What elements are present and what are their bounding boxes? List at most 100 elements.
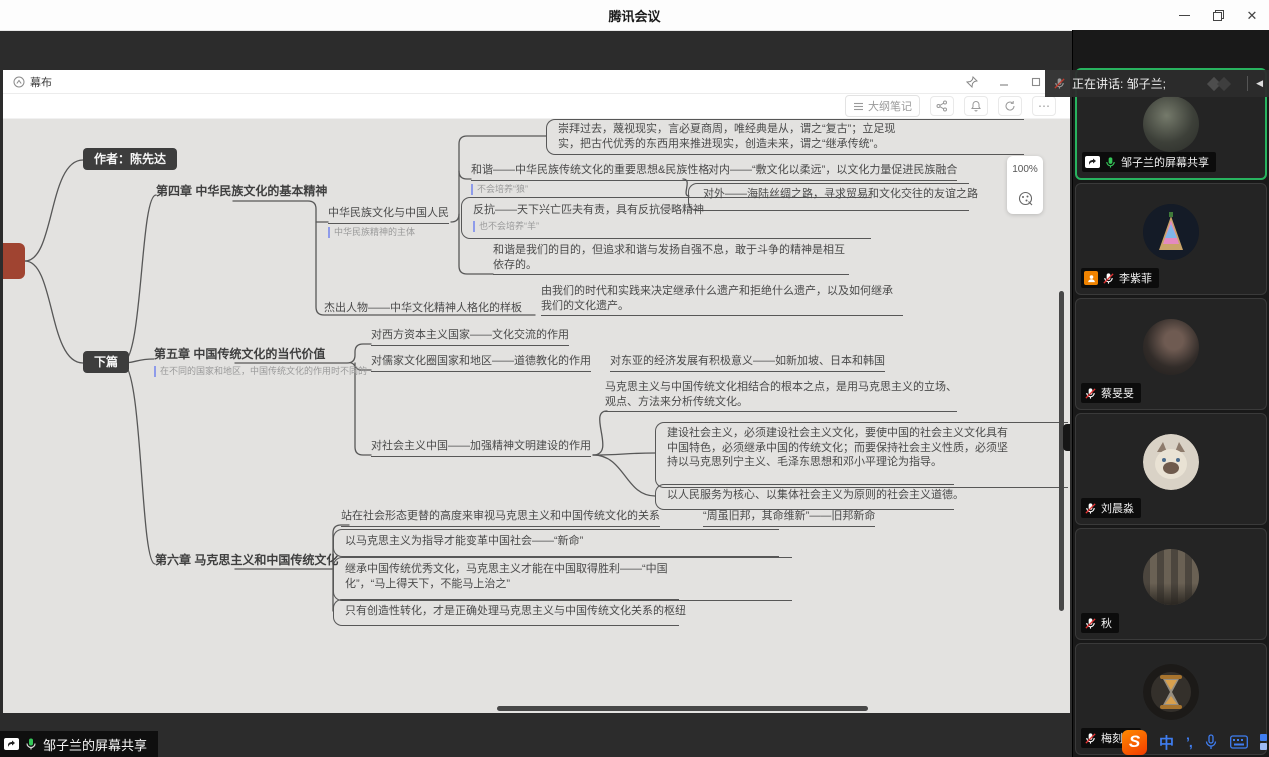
node-people[interactable]: 中华民族文化与中国人民 中华民族精神的主体 <box>328 206 449 238</box>
participant-tile[interactable]: 李紫菲 <box>1075 183 1267 295</box>
minimize-button[interactable] <box>1177 8 1191 22</box>
node-hexie[interactable]: 和谐——中华民族传统文化的重要思想&民族性格 不会培养“狼” <box>471 163 709 195</box>
mubu-toolbar: 大纲笔记 ⋯ <box>3 94 1070 119</box>
avatar <box>1143 204 1199 260</box>
os-titlebar: 腾讯会议 ✕ <box>0 0 1269 31</box>
share-banner-label: 邹子兰的屏幕共享 <box>43 735 147 754</box>
os-window-title: 腾讯会议 <box>608 6 660 25</box>
share-nodes-icon <box>936 100 948 112</box>
node-shehui[interactable]: 对社会主义中国——加强精神文明建设的作用 <box>371 439 591 457</box>
mindmap-canvas[interactable]: 作者：陈先达 下篇 第四章 中华民族文化的基本精神 中华民族文化与中国人民 中华… <box>3 119 1070 713</box>
notifications-button[interactable] <box>964 96 988 116</box>
node-hexie-note: 不会培养“狼” <box>471 184 709 195</box>
vertical-scrollbar[interactable] <box>1059 291 1064 611</box>
mic-on-icon <box>24 737 38 751</box>
participant-name-tag: 李紫菲 <box>1081 268 1159 288</box>
node-chapter6[interactable]: 第六章 马克思主义和中国传统文化 <box>155 553 338 569</box>
participant-tile[interactable]: 秋 <box>1075 528 1267 640</box>
overlay-divider <box>1247 76 1248 91</box>
root-node-stub[interactable] <box>3 243 25 279</box>
street-avatar-image <box>1143 583 1199 605</box>
tree-avatar-image <box>1143 204 1199 260</box>
zoom-level-label: 100% <box>1012 164 1038 175</box>
speaking-label: 正在讲话: 邹子兰; <box>1072 75 1166 92</box>
node-xinming[interactable]: 以马克思主义为指导才能变革中国社会——“新命” <box>345 534 583 549</box>
mic-muted-icon <box>1053 77 1066 90</box>
node-chapter5[interactable]: 第五章 中国传统文化的当代价值 在不同的国家和地区，中国传统文化的作用时不同的 <box>154 347 367 377</box>
node-jianshe[interactable]: 建设社会主义，必须建设社会主义文化，要使中国的社会主义文化具有中国特色，必须继承… <box>667 426 1015 470</box>
mubu-window-controls <box>966 70 1042 93</box>
node-zhou[interactable]: “周虽旧邦，其命维新”——旧邦新命 <box>703 509 875 527</box>
avatar <box>1143 96 1199 152</box>
node-author[interactable]: 作者：陈先达 <box>83 148 177 170</box>
mic-on-icon <box>1104 156 1117 169</box>
node-zhongguohua[interactable]: 继承中国传统优秀文化，马克思主义才能在中国取得胜利——“中国化”，“马上得天下，… <box>345 562 701 591</box>
mic-muted-icon <box>1084 387 1097 400</box>
participant-name: 邹子兰的屏幕共享 <box>1121 154 1209 170</box>
ime-keyboard-icon[interactable] <box>1230 735 1248 749</box>
screen-share-icon <box>1085 156 1100 168</box>
node-fankang[interactable]: 反抗——天下兴亡匹夫有责，具有反抗侵略精神 也不会培养“羊” <box>473 203 704 232</box>
avatar <box>1143 434 1199 490</box>
os-window-controls: ✕ <box>1177 0 1259 30</box>
node-fugu[interactable]: 崇拜过去，蔑视现实，言必夏商周，唯经典是从，谓之“复古”；立足现实，把古代优秀的… <box>558 122 914 151</box>
horizontal-scrollbar[interactable] <box>497 706 868 711</box>
node-xifang[interactable]: 对西方资本主义国家——文化交流的作用 <box>371 328 569 346</box>
participant-tile[interactable]: 刘晨淼 <box>1075 413 1267 525</box>
restore-button[interactable] <box>1211 8 1225 22</box>
node-duinei[interactable]: 对内——“敷文化以柔远”，以文化力量促进民族融合 <box>708 163 957 181</box>
participant-name: 刘晨淼 <box>1101 500 1134 516</box>
mubu-logo-icon <box>13 76 25 88</box>
node-duiwai[interactable]: 对外——海陆丝绸之路，寻求贸易和文化交往的友谊之路 <box>703 187 978 202</box>
node-fankang-note: 也不会培养“羊” <box>473 221 704 232</box>
collapse-sidebar-arrow-icon[interactable]: ◀ <box>1254 78 1265 89</box>
restore-icon <box>1213 10 1223 20</box>
mubu-tab-label: 幕布 <box>30 74 52 90</box>
sidebar-collapse-handle[interactable] <box>1063 424 1070 451</box>
theme-palette-icon[interactable] <box>1018 191 1033 206</box>
node-chapter4[interactable]: 第四章 中华民族文化的基本精神 <box>156 184 327 200</box>
node-rujia[interactable]: 对儒家文化圈国家和地区——道德教化的作用 <box>371 354 591 372</box>
participant-name-tag: 刘晨淼 <box>1081 498 1141 518</box>
avatar <box>1143 549 1199 605</box>
close-button[interactable]: ✕ <box>1245 8 1259 22</box>
sogou-ime-icon[interactable]: S <box>1122 730 1147 755</box>
outline-notes-label: 大纲笔记 <box>868 98 912 114</box>
participant-name-tag: 邹子兰的屏幕共享 <box>1082 152 1216 172</box>
active-speaker-overlay: 正在讲话: 邹子兰; ◀ <box>1045 70 1269 97</box>
ime-voice-icon[interactable] <box>1204 734 1218 750</box>
refresh-icon <box>1004 100 1016 112</box>
zoom-panel: 100% <box>1007 156 1043 214</box>
ime-language-toggle[interactable]: 中 <box>1159 732 1174 753</box>
outline-notes-button[interactable]: 大纲笔记 <box>845 95 920 117</box>
more-button[interactable]: ⋯ <box>1032 96 1056 116</box>
mubu-tab[interactable]: 幕布 <box>3 70 62 93</box>
pin-icon[interactable] <box>966 76 978 88</box>
participant-name-tag: 秋 <box>1081 613 1119 633</box>
node-people-note: 中华民族精神的主体 <box>328 227 449 238</box>
node-hexie2[interactable]: 和谐是我们的目的，但追求和谐与发扬自强不息，敢于斗争的精神是相互依存的。 <box>493 243 849 275</box>
sync-button[interactable] <box>998 96 1022 116</box>
node-daode[interactable]: 以人民服务为核心、以集体社会主义为原则的社会主义道德。 <box>667 488 964 503</box>
ime-punctuation-toggle[interactable]: ’, <box>1186 734 1192 750</box>
node-dongya[interactable]: 对东亚的经济发展有积极意义——如新加坡、日本和韩国 <box>610 354 885 372</box>
node-part-lower[interactable]: 下篇 <box>83 351 129 373</box>
host-icon <box>1084 271 1098 285</box>
window-minimize-icon[interactable] <box>998 76 1010 88</box>
ime-toolbox-icon[interactable] <box>1260 734 1269 750</box>
bell-icon <box>970 100 982 112</box>
node-jiechu[interactable]: 杰出人物——中华文化精神人格化的样板 <box>324 301 522 316</box>
ime-tray: S 中 ’, <box>1122 729 1269 755</box>
participant-name: 蔡旻旻 <box>1101 385 1134 401</box>
participant-tile[interactable]: 蔡旻旻 <box>1075 298 1267 410</box>
mic-muted-icon <box>1102 272 1115 285</box>
window-maximize-icon[interactable] <box>1030 76 1042 88</box>
node-yichan[interactable]: 由我们的时代和实践来决定继承什么遗产和拒绝什么遗产，以及如何继承我们的文化遗产。 <box>541 284 903 316</box>
collaborate-button[interactable] <box>930 96 954 116</box>
node-makesi[interactable]: 马克思主义与中国传统文化相结合的根本之点，是用马克思主义的立场、观点、方法来分析… <box>605 380 957 412</box>
avatar <box>1143 319 1199 375</box>
mic-muted-icon <box>1084 732 1097 745</box>
node-chuangzao[interactable]: 只有创造性转化，才是正确处理马克思主义与中国传统文化关系的枢纽 <box>345 604 686 619</box>
node-shenshi[interactable]: 站在社会形态更替的高度来审视马克思主义和中国传统文化的关系 <box>341 509 660 527</box>
minimize-icon <box>1179 15 1190 16</box>
